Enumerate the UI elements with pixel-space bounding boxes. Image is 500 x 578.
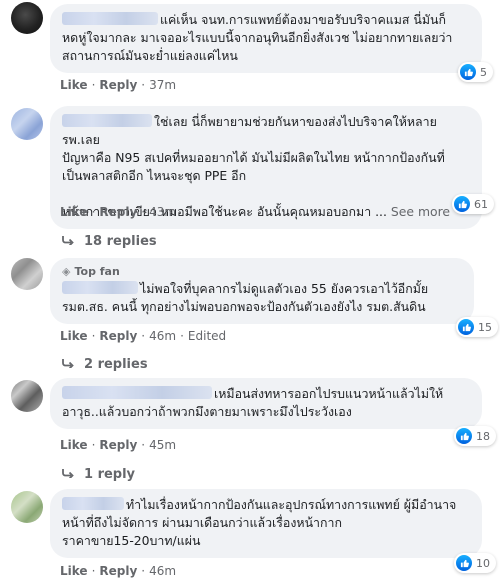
avatar[interactable] — [11, 108, 43, 140]
commenter-name[interactable] — [62, 497, 124, 510]
reply-button[interactable]: Reply — [99, 205, 137, 219]
timestamp[interactable]: 37m — [149, 78, 176, 92]
comment-text-line: เป็นพลาสติกอีก ไหนจะชุด PPE อีก — [62, 168, 247, 183]
comment-bubble: ทำไมเรื่องหน้ากากป้องกันและอุปกรณ์ทางการ… — [50, 489, 482, 558]
commenter-name[interactable] — [62, 114, 152, 127]
commenter-name[interactable] — [62, 386, 212, 399]
timestamp[interactable]: 46m — [149, 564, 176, 578]
diamond-icon: ◈ — [62, 265, 71, 278]
reply-button[interactable]: Reply — [99, 78, 137, 92]
comment-text-line: ปัญหาคือ N95 สเปคที่หมออยากได้ มันไม่มีผ… — [62, 150, 445, 165]
comment-text-line: เหมือนส่งทหารออกไปรบแนวหน้าแล้วไม่ให้ — [214, 386, 444, 401]
reaction-count[interactable]: 5 — [458, 62, 493, 82]
like-button[interactable]: Like — [60, 564, 88, 578]
thumbs-up-icon — [458, 319, 474, 335]
commenter-name[interactable] — [62, 281, 138, 294]
comment-bubble: เหมือนส่งทหารออกไปรบแนวหน้าแล้วไม่ให้อาว… — [50, 378, 482, 429]
avatar[interactable] — [11, 2, 43, 34]
reaction-count[interactable]: 61 — [452, 194, 494, 214]
comment-actions: Like · Reply · 46m · Edited — [60, 329, 227, 343]
timestamp[interactable]: 43m — [149, 205, 176, 219]
comment-bubble: ◈ Top fan ไม่พอใจที่บุคลากรไม่ดูแลตัวเอง … — [50, 258, 474, 324]
reaction-count[interactable]: 10 — [454, 553, 496, 573]
reply-button[interactable]: Reply — [99, 438, 137, 452]
like-button[interactable]: Like — [60, 329, 88, 343]
view-replies-link[interactable]: 18 replies — [62, 234, 157, 249]
comment-bubble: แค่เห็น จนท.การแพทย์ต้องมาขอรับบริจาคแมส… — [50, 4, 482, 73]
reaction-count[interactable]: 15 — [456, 317, 498, 337]
reply-arrow-icon — [62, 357, 74, 372]
commenter-name[interactable] — [62, 12, 158, 25]
like-button[interactable]: Like — [60, 438, 88, 452]
comment-text-line: แค่เห็น จนท.การแพทย์ต้องมาขอรับบริจาคแมส… — [160, 12, 447, 27]
comment-text-line: หน้าที่ถึงไม่จัดการ ผ่านมาเดือนกว่าแล้วเ… — [62, 515, 342, 530]
like-button[interactable]: Like — [60, 78, 88, 92]
thumbs-up-icon — [454, 196, 470, 212]
reaction-count[interactable]: 18 — [454, 426, 496, 446]
avatar[interactable] — [11, 491, 43, 523]
comment-text-line: ทำไมเรื่องหน้ากากป้องกันและอุปกรณ์ทางการ… — [126, 497, 457, 512]
avatar[interactable] — [11, 380, 43, 412]
thumbs-up-icon — [456, 428, 472, 444]
reply-arrow-icon — [62, 234, 74, 249]
comment-text-line: หดหู่ใจมากละ มาเจออะไรแบบนี้จากอนุทินอีก… — [62, 30, 453, 45]
comment-text-line: อาวุธ..แล้วบอกว่าถ้าพวกมึงตายมาเพราะมึงไ… — [62, 404, 352, 419]
see-more-link[interactable]: See more — [391, 204, 450, 219]
avatar[interactable] — [11, 258, 43, 290]
comment-text-line: รมต.สธ. คนนี้ ทุกอย่างไม่พอบอกพอจะป้องกั… — [62, 299, 426, 314]
comment-text-line: สถานการณ์มันจะย่ำแย่ลงแค่ไหน — [62, 48, 238, 63]
view-replies-link[interactable]: 1 reply — [62, 467, 135, 482]
like-button[interactable]: Like — [60, 205, 88, 219]
comment-text-line: ราคาขาย15-20บาท/แผ่น — [62, 533, 201, 548]
thumbs-up-icon — [456, 555, 472, 571]
comment-actions: Like · Reply · 43m — [60, 205, 177, 219]
reply-button[interactable]: Reply — [99, 329, 137, 343]
comment-text-line: ไม่พอใจที่บุคลากรไม่ดูแลตัวเอง 55 ยังควร… — [140, 281, 429, 296]
reply-button[interactable]: Reply — [99, 564, 137, 578]
comment-actions: Like · Reply · 37m — [60, 78, 177, 92]
top-fan-badge: ◈ Top fan — [62, 265, 120, 278]
edited-label: Edited — [187, 329, 227, 343]
comment-actions: Like · Reply · 46m — [60, 564, 177, 578]
comment-actions: Like · Reply · 45m — [60, 438, 177, 452]
timestamp[interactable]: 45m — [149, 438, 176, 452]
timestamp[interactable]: 46m — [149, 329, 176, 343]
thumbs-up-icon — [460, 64, 476, 80]
reply-arrow-icon — [62, 467, 74, 482]
view-replies-link[interactable]: 2 replies — [62, 357, 148, 372]
